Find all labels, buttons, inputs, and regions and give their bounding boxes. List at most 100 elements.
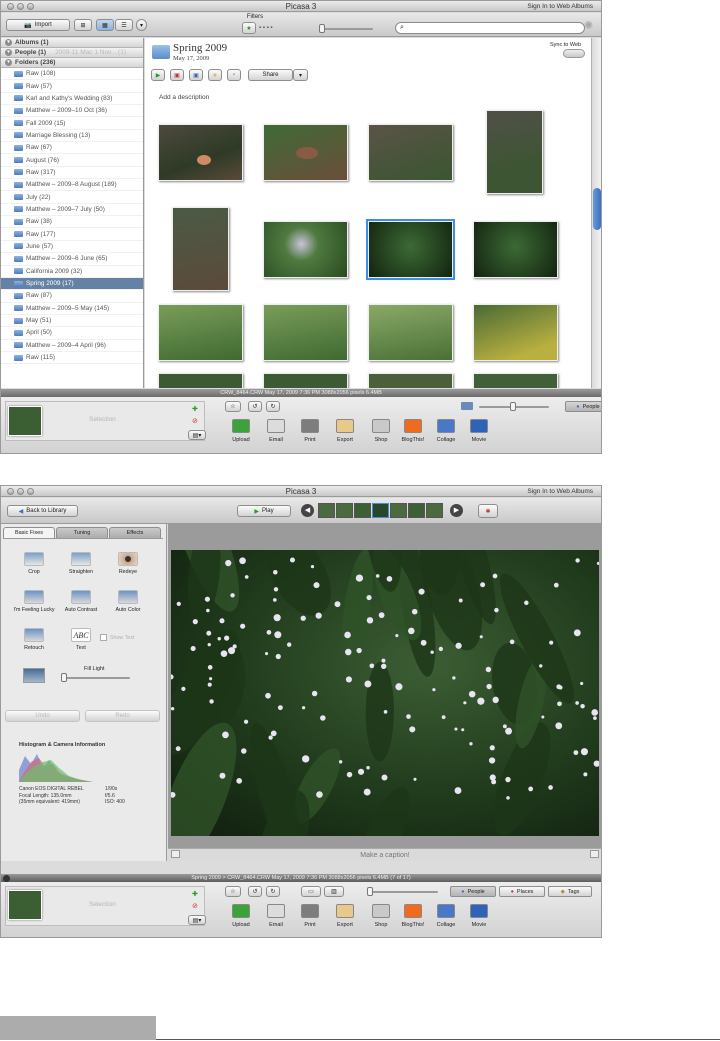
movie-button[interactable]: Movie [462, 922, 496, 928]
filmstrip-thumbnail[interactable] [372, 503, 389, 518]
upload-icon[interactable] [232, 419, 250, 433]
filmstrip-thumbnail[interactable] [336, 503, 353, 518]
albums-section-header[interactable]: ▾ Albums (1) [1, 38, 143, 48]
filmstrip-thumbnail[interactable] [318, 503, 335, 518]
folder-item[interactable]: Matthew – 2009–8 August (189) [1, 179, 143, 192]
photo-thumbnail[interactable] [473, 221, 558, 278]
straighten-tool[interactable]: Straighten [61, 552, 101, 575]
folder-item[interactable]: Raw (67) [1, 142, 143, 155]
filter-slider-knob[interactable] [319, 24, 325, 33]
thumbnail-size-knob[interactable] [510, 402, 516, 411]
effects-palette-button[interactable]: ✱ [478, 504, 498, 518]
photo-thumbnail[interactable] [172, 207, 229, 291]
thumbnail-view-button[interactable]: ▦ [96, 19, 114, 31]
email-icon[interactable] [267, 419, 285, 433]
search-input[interactable]: ⌕ [395, 22, 585, 34]
folder-item[interactable]: Fall 2009 (15) [1, 117, 143, 130]
tab-effects[interactable]: Effects [109, 527, 161, 538]
lily-of-the-valley-photo[interactable] [44, 486, 600, 904]
next-photo-button[interactable]: ▶ [450, 504, 463, 517]
film-icon[interactable] [470, 904, 488, 918]
back-to-library-button[interactable]: ◀ Back to Library [7, 505, 78, 517]
film-icon[interactable] [470, 419, 488, 433]
zoom-slider[interactable] [368, 891, 438, 893]
filter-slider[interactable] [323, 28, 373, 30]
upload-icon[interactable] [232, 904, 250, 918]
sidebar-toggle-icon[interactable] [3, 875, 10, 882]
shop-icon[interactable] [372, 904, 390, 918]
folders-section-header[interactable]: ▾ Folders (236) [1, 58, 143, 68]
import-button[interactable]: 📷 Import [6, 19, 70, 31]
share-button[interactable]: Share [248, 69, 293, 81]
caption-edit-icon[interactable] [171, 850, 180, 858]
redeye-tool[interactable]: Redeye [108, 552, 148, 575]
photo-thumbnail[interactable] [158, 304, 243, 361]
save-button[interactable]: ▪ [227, 69, 241, 81]
folder-item[interactable]: Spring 2009 (17) [1, 277, 143, 291]
shop-button[interactable]: Shop [364, 437, 398, 443]
folder-item[interactable]: Raw (38) [1, 216, 143, 229]
blogthis-button[interactable]: BlogThis! [396, 437, 430, 443]
tray-thumbnail[interactable] [8, 890, 42, 920]
show-text-checkbox[interactable] [100, 634, 107, 641]
folder-item[interactable]: Raw (177) [1, 228, 143, 241]
view-menu-button[interactable]: ▾ [136, 19, 147, 31]
rotate-left-button[interactable]: ↺ [248, 401, 262, 412]
previous-photo-button[interactable]: ◀ [301, 504, 314, 517]
photo-thumbnail[interactable] [263, 124, 348, 181]
collage-icon[interactable] [437, 904, 455, 918]
shop-button[interactable]: Shop [364, 922, 398, 928]
photo-thumbnail[interactable] [263, 304, 348, 361]
blogger-icon[interactable] [404, 419, 422, 433]
undo-button[interactable]: Undo [5, 710, 80, 722]
photo-thumbnail[interactable] [473, 304, 558, 361]
collage-button[interactable]: Collage [429, 922, 463, 928]
folder-item[interactable]: Raw (115) [1, 352, 143, 365]
text-tool[interactable]: ABC Text [61, 628, 101, 651]
folder-item[interactable]: Raw (108) [1, 68, 143, 81]
clear-icon[interactable]: ⊘ [192, 417, 198, 425]
blogger-icon[interactable] [404, 904, 422, 918]
filmstrip-thumbnail[interactable] [408, 503, 425, 518]
photo-thumbnail[interactable] [368, 373, 453, 388]
star-button[interactable]: ☆ [225, 401, 241, 412]
photo-thumbnail[interactable] [263, 373, 348, 388]
folder-item[interactable]: Raw (317) [1, 167, 143, 180]
movie-button[interactable]: ▣ [170, 69, 184, 81]
add-description-field[interactable]: Add a description [159, 94, 209, 101]
printer-icon[interactable] [301, 419, 319, 433]
email-button[interactable]: Email [259, 437, 293, 443]
add-to-album-button[interactable]: ▤▾ [188, 915, 206, 925]
star-button[interactable]: ☆ [225, 886, 241, 897]
folder-item[interactable]: July (22) [1, 191, 143, 204]
folder-item[interactable]: Karl and Kathy's Wedding (83) [1, 93, 143, 106]
folder-item[interactable]: August (76) [1, 154, 143, 167]
export-folder-icon[interactable] [336, 419, 354, 433]
photo-thumbnail[interactable] [368, 124, 453, 181]
clear-icon[interactable]: ⊘ [192, 902, 198, 910]
folder-item[interactable]: California 2009 (32) [1, 266, 143, 278]
auto-contrast-tool[interactable]: Auto Contrast [61, 590, 101, 613]
zoom-knob[interactable] [367, 887, 373, 896]
people-button[interactable]: ● People [450, 886, 496, 897]
collage-icon[interactable] [437, 419, 455, 433]
email-icon[interactable] [267, 904, 285, 918]
folder-item[interactable]: Matthew – 2009–4 April (96) [1, 340, 143, 352]
folder-item[interactable]: Marriage Blessing (13) [1, 130, 143, 143]
photo-thumbnail-selected[interactable] [366, 219, 455, 280]
info-icon[interactable] [590, 850, 599, 858]
photo-thumbnail[interactable] [473, 373, 558, 388]
rotate-left-button[interactable]: ↺ [248, 886, 262, 897]
people-section-header[interactable]: ▾ People (1) 2009-11 Mac 1 Nov... (1) [1, 48, 143, 58]
folder-item[interactable]: June (57) [1, 241, 143, 254]
tray-thumbnail[interactable] [8, 406, 42, 436]
photo-thumbnail[interactable] [486, 110, 543, 194]
export-button[interactable]: Export [328, 922, 362, 928]
compare-view-button[interactable]: ▥ [324, 886, 344, 897]
upload-button[interactable]: Upload [224, 922, 258, 928]
photo-thumbnail[interactable] [158, 124, 243, 181]
sign-in-link[interactable]: Sign In to Web Albums [527, 488, 593, 495]
fit-view-button[interactable]: ▭ [301, 886, 321, 897]
tab-tuning[interactable]: Tuning [56, 527, 108, 538]
people-button[interactable]: ● People [565, 401, 601, 412]
